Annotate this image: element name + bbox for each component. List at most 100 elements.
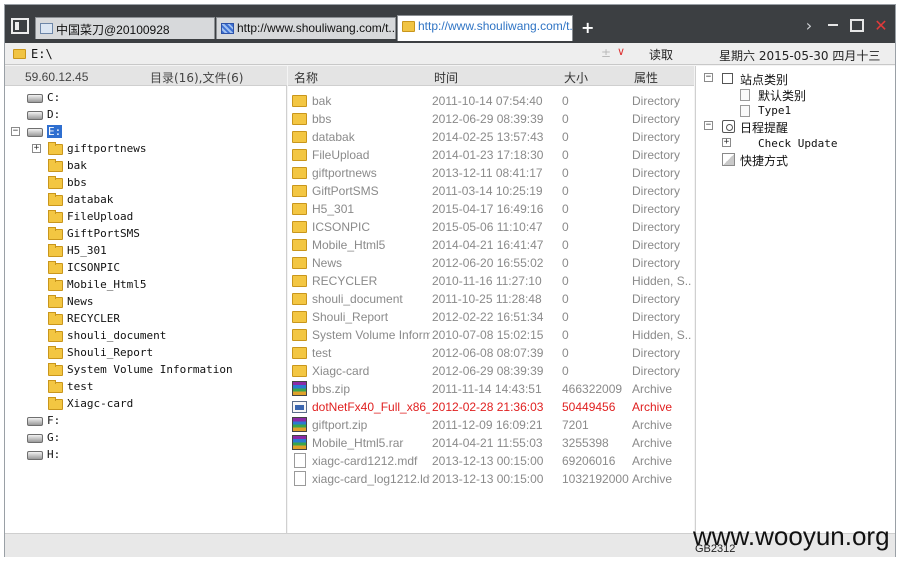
column-name[interactable]: 名称 <box>294 69 318 86</box>
drive-icon <box>27 417 43 426</box>
folder-icon <box>48 244 63 257</box>
tab-menu-chevron-icon[interactable]: › <box>801 16 817 35</box>
page-icon <box>40 23 53 34</box>
column-attr[interactable]: 属性 <box>634 69 658 86</box>
tab-image-url[interactable]: http://www.shouliwang.com/t... <box>216 17 396 39</box>
file-row[interactable]: shouli_document 2011-10-25 11:28:48 0 Direc… <box>288 290 694 308</box>
maximize-icon[interactable] <box>849 17 865 33</box>
tree-folder[interactable]: System Volume Information <box>5 362 285 379</box>
server-ip: 59.60.12.45 <box>25 70 89 84</box>
file-row[interactable]: giftport.zip 2011-12-09 16:09:21 7201 Archi… <box>288 416 694 434</box>
close-icon[interactable]: ✕ <box>873 16 889 35</box>
file-row[interactable]: Mobile_Html5.rar 2014-04-21 11:55:03 32553… <box>288 434 694 452</box>
file-time: 2010-11-16 11:27:10 <box>432 274 542 288</box>
tree-drive[interactable]: C: <box>5 90 285 107</box>
folder-icon <box>292 329 307 341</box>
tab-file-manager[interactable]: http://www.shouliwang.com/t... <box>397 15 573 41</box>
tree-folder-label: H5_301 <box>67 244 107 257</box>
file-list: bak 2011-10-14 07:54:40 0 Directory bbs 2012-… <box>288 86 694 533</box>
file-size: 0 <box>562 274 569 288</box>
column-time[interactable]: 时间 <box>434 69 458 86</box>
archive-icon <box>292 381 307 396</box>
tree-folder[interactable]: H5_301 <box>5 243 285 260</box>
file-row[interactable]: bbs.zip 2011-11-14 14:43:51 466322009 Archi… <box>288 380 694 398</box>
schedule-label: 日程提醒 <box>740 121 789 135</box>
shortcut-icon <box>722 153 735 166</box>
file-time: 2012-02-28 21:36:03 <box>432 400 544 414</box>
file-row[interactable]: Xiagc-card 2012-06-29 08:39:39 0 Directory <box>288 362 694 380</box>
tree-drive[interactable]: − E: <box>5 124 285 141</box>
file-row[interactable]: dotNetFx40_Full_x86_... 2012-02-28 21:36:… <box>288 398 694 416</box>
tab-label: http://www.shouliwang.com/t... <box>418 19 573 33</box>
file-row[interactable]: Mobile_Html5 2014-04-21 16:41:47 0 Director… <box>288 236 694 254</box>
file-row[interactable]: FileUpload 2014-01-23 17:18:30 0 Directory <box>288 146 694 164</box>
tree-folder[interactable]: bak <box>5 158 285 175</box>
file-name: bbs <box>312 112 332 126</box>
file-row[interactable]: Shouli_Report 2012-02-22 16:51:34 0 Directo… <box>288 308 694 326</box>
file-row[interactable]: test 2012-06-08 08:07:39 0 Directory <box>288 344 694 362</box>
tree-folder[interactable]: News <box>5 294 285 311</box>
file-attr: Directory <box>632 166 681 180</box>
file-name: GiftPortSMS <box>312 184 379 198</box>
tree-drive[interactable]: D: <box>5 107 285 124</box>
tree-folder-label: bak <box>67 159 87 172</box>
file-row[interactable]: ICSONPIC 2015-05-06 11:10:47 0 Directory <box>288 218 694 236</box>
add-tab-button[interactable]: + <box>581 18 594 37</box>
file-row[interactable]: databak 2014-02-25 13:57:43 0 Directory <box>288 128 694 146</box>
tree-folder[interactable]: Shouli_Report <box>5 345 285 362</box>
file-name: ICSONPIC <box>312 220 371 234</box>
file-row[interactable]: H5_301 2015-04-17 16:49:16 0 Directory <box>288 200 694 218</box>
tree-folder-label: GiftPortSMS <box>67 227 140 240</box>
tree-folder[interactable]: FileUpload <box>5 209 285 226</box>
collapse-icon[interactable]: − <box>704 73 713 82</box>
tree-folder[interactable]: databak <box>5 192 285 209</box>
tab-caidao[interactable]: 中国菜刀@20100928 <box>35 17 215 39</box>
tree-folder[interactable]: RECYCLER <box>5 311 285 328</box>
tree-drive[interactable]: H: <box>5 447 285 464</box>
file-time: 2013-12-13 00:15:00 <box>432 454 544 468</box>
minimize-icon[interactable] <box>825 17 841 33</box>
file-row[interactable]: GiftPortSMS 2011-03-14 10:25:19 0 Directory <box>288 182 694 200</box>
chevron-down-icon[interactable]: ∨ <box>617 45 625 58</box>
file-time: 2012-06-20 16:55:02 <box>432 256 544 270</box>
tree-folder[interactable]: ICSONPIC <box>5 260 285 277</box>
file-attr: Directory <box>632 94 681 108</box>
system-menu-icon[interactable] <box>11 18 29 34</box>
tree-folder[interactable]: GiftPortSMS <box>5 226 285 243</box>
tree-folder[interactable]: bbs <box>5 175 285 192</box>
file-row[interactable]: xiagc-card1212.mdf 2013-12-13 00:15:00 692… <box>288 452 694 470</box>
file-row[interactable]: RECYCLER 2010-11-16 11:27:10 0 Hidden, S... <box>288 272 694 290</box>
file-time: 2012-06-29 08:39:39 <box>432 112 544 126</box>
column-size[interactable]: 大小 <box>564 69 588 86</box>
collapse-icon[interactable]: − <box>704 121 713 130</box>
folder-icon <box>292 185 307 197</box>
expand-icon[interactable]: + <box>32 144 41 153</box>
tree-drive[interactable]: F: <box>5 413 285 430</box>
file-size: 0 <box>562 148 569 162</box>
file-row[interactable]: System Volume Inform... 2010-07-08 15:02:… <box>288 326 694 344</box>
tree-folder-label: Shouli_Report <box>67 346 154 359</box>
clock-icon <box>722 120 735 133</box>
file-size: 69206016 <box>562 454 616 468</box>
read-button[interactable]: 读取 <box>649 46 673 63</box>
file-row[interactable]: xiagc-card_log1212.ldf 2013-12-13 00:15:0… <box>288 470 694 488</box>
collapse-icon[interactable]: − <box>11 127 20 136</box>
file-row[interactable]: bbs 2012-06-29 08:39:39 0 Directory <box>288 110 694 128</box>
tree-drive[interactable]: G: <box>5 430 285 447</box>
file-row[interactable]: bak 2011-10-14 07:54:40 0 Directory <box>288 92 694 110</box>
tree-folder[interactable]: test <box>5 379 285 396</box>
file-row[interactable]: News 2012-06-20 16:55:02 0 Directory <box>288 254 694 272</box>
file-row[interactable]: giftportnews 2013-12-11 08:41:17 0 Director… <box>288 164 694 182</box>
path-input[interactable] <box>31 45 611 63</box>
tree-folder[interactable]: shouli_document <box>5 328 285 345</box>
file-attr: Archive <box>632 454 673 468</box>
right-panel: − 站点类别 默认类别 Type1 − 日程提醒 + Check Update … <box>695 66 895 538</box>
plus-minus-icon[interactable]: ± <box>601 46 611 60</box>
file-name: xiagc-card_log1212.ldf <box>312 472 430 486</box>
tree-folder[interactable]: + giftportnews <box>5 141 285 158</box>
expand-icon[interactable]: + <box>722 138 731 147</box>
tree-folder[interactable]: Mobile_Html5 <box>5 277 285 294</box>
image-icon <box>221 23 234 34</box>
file-size: 0 <box>562 346 569 360</box>
tree-folder[interactable]: Xiagc-card <box>5 396 285 413</box>
